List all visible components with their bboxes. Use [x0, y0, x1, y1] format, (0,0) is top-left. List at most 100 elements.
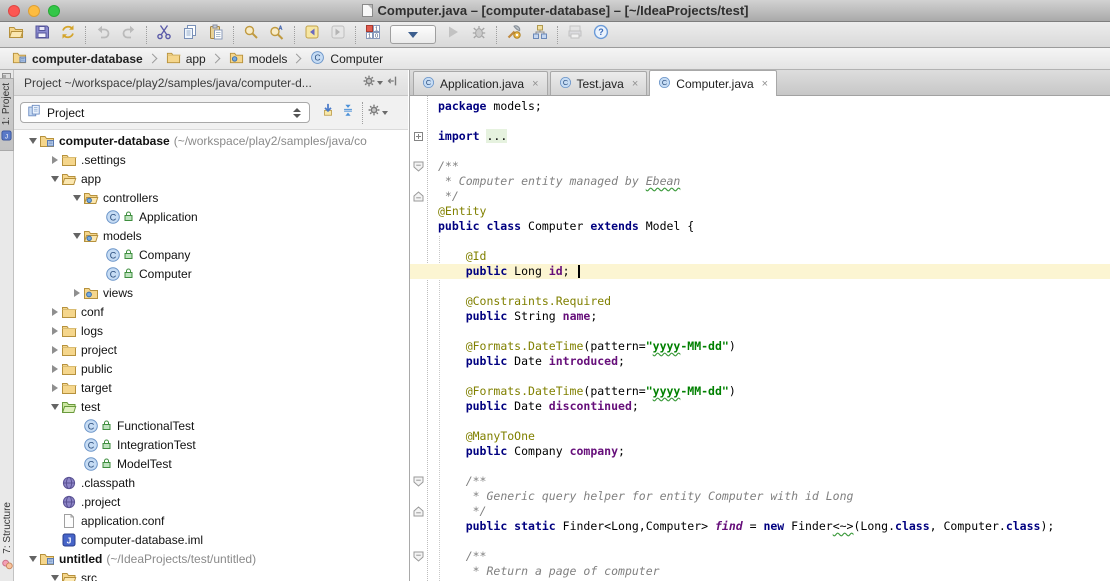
- settings-button[interactable]: [501, 24, 527, 46]
- tree-item-.project[interactable]: .project: [14, 492, 408, 511]
- scroll-from-source-icon[interactable]: [318, 104, 338, 122]
- panel-gear-icon[interactable]: [362, 74, 382, 92]
- cut-button[interactable]: [151, 24, 177, 46]
- editor-tab-Computer.java[interactable]: CComputer.java×: [649, 70, 777, 96]
- tree-item-.classpath[interactable]: .classpath: [14, 473, 408, 492]
- tree-item-application.conf[interactable]: application.conf: [14, 511, 408, 530]
- back-button[interactable]: [299, 24, 325, 46]
- fold-expand-icon[interactable]: [410, 132, 427, 141]
- tree-item-Company[interactable]: CCompany: [14, 245, 408, 264]
- code-line: [410, 414, 1110, 429]
- tree-item-computer-database.iml[interactable]: Jcomputer-database.iml: [14, 530, 408, 549]
- expand-arrow-right-icon[interactable]: [49, 327, 61, 335]
- open-button[interactable]: [3, 24, 29, 46]
- tree-item-controllers[interactable]: controllers: [14, 188, 408, 207]
- tree-item-models[interactable]: models: [14, 226, 408, 245]
- code-line: */: [410, 189, 1110, 204]
- tree-item-FunctionalTest[interactable]: CFunctionalTest: [14, 416, 408, 435]
- expand-arrow-down-icon[interactable]: [27, 556, 39, 562]
- expand-arrow-down-icon[interactable]: [27, 138, 39, 144]
- fold-marker-icon[interactable]: [410, 506, 427, 517]
- tree-item-conf[interactable]: conf: [14, 302, 408, 321]
- tree-item-label: controllers: [103, 191, 158, 205]
- fold-marker-icon[interactable]: [410, 191, 427, 202]
- synchronize-button[interactable]: [55, 24, 81, 46]
- code-editor[interactable]: package models;import .../** * Computer …: [410, 96, 1110, 581]
- project-structure-button[interactable]: [527, 24, 553, 46]
- tree-item-logs[interactable]: logs: [14, 321, 408, 340]
- copy-button[interactable]: [177, 24, 203, 46]
- tree-item-Application[interactable]: CApplication: [14, 207, 408, 226]
- expand-arrow-down-icon[interactable]: [49, 404, 61, 410]
- help-button[interactable]: ?: [588, 24, 614, 46]
- tree-item-untitled[interactable]: untitled(~/IdeaProjects/test/untitled): [14, 549, 408, 568]
- tree-item-computer-database[interactable]: computer-database(~/workspace/play2/samp…: [14, 131, 408, 150]
- breadcrumb-item-models[interactable]: models: [225, 50, 292, 68]
- tree-item-IntegrationTest[interactable]: CIntegrationTest: [14, 435, 408, 454]
- expand-arrow-right-icon[interactable]: [49, 308, 61, 316]
- paste-button[interactable]: [203, 24, 229, 46]
- tree-item-app[interactable]: app: [14, 169, 408, 188]
- source-folder-open-icon: [83, 190, 100, 206]
- toolbar-separator: [233, 26, 234, 44]
- tree-settings-gear-icon[interactable]: [367, 104, 387, 122]
- tree-item-src[interactable]: src: [14, 568, 408, 581]
- expand-arrow-right-icon[interactable]: [49, 156, 61, 164]
- expand-arrow-right-icon[interactable]: [71, 289, 83, 297]
- editor-tab-Application.java[interactable]: CApplication.java×: [413, 71, 548, 95]
- structure-icon: [532, 24, 548, 45]
- class-icon: C: [83, 418, 100, 434]
- forward-button[interactable]: [325, 24, 351, 46]
- project-panel-toolbar: Project: [14, 96, 408, 130]
- tree-item-test[interactable]: test: [14, 397, 408, 416]
- find-button[interactable]: [238, 24, 264, 46]
- close-tab-icon[interactable]: ×: [762, 78, 768, 90]
- tree-item-public[interactable]: public: [14, 359, 408, 378]
- tree-item-Computer[interactable]: CComputer: [14, 264, 408, 283]
- close-window-button[interactable]: [8, 5, 20, 17]
- export-button[interactable]: [562, 24, 588, 46]
- redo-button[interactable]: [116, 24, 142, 46]
- replace-button[interactable]: [264, 24, 290, 46]
- view-selector[interactable]: Project: [20, 102, 310, 123]
- save-button[interactable]: [29, 24, 55, 46]
- tree-item-target[interactable]: target: [14, 378, 408, 397]
- debug-icon: [471, 24, 487, 45]
- expand-arrow-down-icon[interactable]: [71, 233, 83, 239]
- run-configuration-combo[interactable]: [390, 25, 436, 44]
- tool-window-tab-project[interactable]: 1: Project J: [0, 78, 14, 151]
- minimize-window-button[interactable]: [28, 5, 40, 17]
- views-icon: [27, 104, 41, 121]
- run-button[interactable]: [440, 24, 466, 46]
- editor-area[interactable]: CApplication.java×CTest.java×CComputer.j…: [409, 70, 1110, 581]
- debug-button[interactable]: [466, 24, 492, 46]
- expand-arrow-down-icon[interactable]: [71, 195, 83, 201]
- svg-text:J: J: [5, 134, 8, 141]
- editor-tab-Test.java[interactable]: CTest.java×: [550, 71, 648, 95]
- expand-arrow-down-icon[interactable]: [49, 575, 61, 581]
- collapse-all-icon[interactable]: [338, 104, 358, 122]
- tool-window-tab-structure[interactable]: 7: Structure: [0, 502, 14, 575]
- run-configurations-button[interactable]: 110: [360, 24, 386, 46]
- expand-arrow-right-icon[interactable]: [49, 346, 61, 354]
- expand-arrow-right-icon[interactable]: [49, 365, 61, 373]
- help-icon: ?: [593, 24, 609, 45]
- undo-button[interactable]: [90, 24, 116, 46]
- close-tab-icon[interactable]: ×: [532, 78, 538, 90]
- fold-marker-icon[interactable]: [410, 551, 427, 562]
- tree-item-project[interactable]: project: [14, 340, 408, 359]
- expand-arrow-down-icon[interactable]: [49, 176, 61, 182]
- fold-marker-icon[interactable]: [410, 161, 427, 172]
- zoom-window-button[interactable]: [48, 5, 60, 17]
- breadcrumb-item-computer-database[interactable]: computer-database: [8, 50, 147, 68]
- breadcrumb-item-Computer[interactable]: CComputer: [306, 50, 387, 68]
- close-tab-icon[interactable]: ×: [632, 78, 638, 90]
- tree-item-.settings[interactable]: .settings: [14, 150, 408, 169]
- breadcrumb-item-app[interactable]: app: [162, 50, 210, 68]
- expand-arrow-right-icon[interactable]: [49, 384, 61, 392]
- hide-panel-icon[interactable]: [382, 74, 402, 92]
- tree-item-ModelTest[interactable]: CModelTest: [14, 454, 408, 473]
- lock-icon: [101, 439, 112, 450]
- fold-marker-icon[interactable]: [410, 476, 427, 487]
- tree-item-views[interactable]: views: [14, 283, 408, 302]
